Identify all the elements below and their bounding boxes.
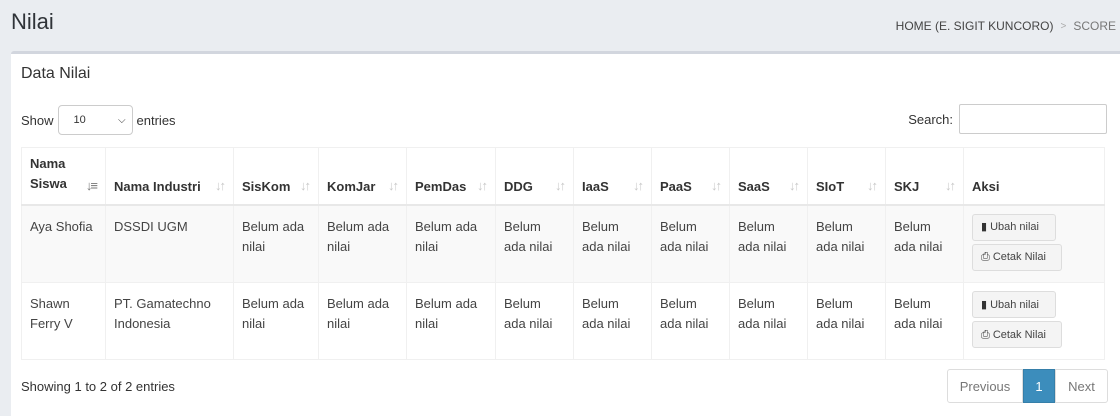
sort-icon: ↓↑ <box>945 177 956 193</box>
column-header[interactable]: PemDas ↓↑ <box>406 147 496 206</box>
cell-score: Belum ada nilai <box>233 282 319 360</box>
cell-nama-industri: DSSDI UGM <box>105 204 234 283</box>
chevron-down-icon: ⌵ <box>117 114 126 126</box>
cell-score: Belum ada nilai <box>729 282 808 360</box>
cell-score: Belum ada nilai <box>651 204 730 283</box>
cell-nama-siswa: Aya Shofia <box>21 204 106 283</box>
card-title: Data Nilai <box>21 65 91 82</box>
breadcrumb-home[interactable]: HOME (E. SIGIT KUNCORO) <box>896 19 1054 33</box>
cell-score: Belum ada nilai <box>495 204 574 283</box>
sort-icon: ↓↑ <box>215 177 226 193</box>
cell-score: Belum ada nilai <box>573 204 652 283</box>
entries-select-value: 10 <box>73 114 86 126</box>
cell-score: Belum ada nilai <box>807 282 886 360</box>
edit-score-button[interactable]: ▮ Ubah nilai <box>972 291 1056 318</box>
sort-icon: ↓↑ <box>300 177 311 193</box>
column-header[interactable]: SKJ ↓↑ <box>885 147 964 206</box>
previous-page-button[interactable]: Previous <box>947 369 1023 403</box>
file-icon: ▮ <box>981 298 988 311</box>
cell-score: Belum ada nilai <box>807 204 886 283</box>
sort-icon: ↓↑ <box>633 177 644 193</box>
cell-score: Belum ada nilai <box>406 282 496 360</box>
breadcrumb-current: SCORE <box>1073 19 1116 33</box>
sort-asc-icon: ↓≡ <box>85 177 98 193</box>
table-info: Showing 1 to 2 of 2 entries <box>21 379 175 394</box>
score-table: Nama Siswa ↓≡ Nama Industri ↓↑ SisKom ↓↑ Ko… <box>21 147 1105 360</box>
column-header[interactable]: KomJar ↓↑ <box>318 147 407 206</box>
column-header[interactable]: IaaS ↓↑ <box>573 147 652 206</box>
cell-nama-siswa: Shawn Ferry V <box>21 282 106 360</box>
next-page-button[interactable]: Next <box>1055 369 1108 403</box>
cell-score: Belum ada nilai <box>651 282 730 360</box>
sort-icon: ↓↑ <box>711 177 722 193</box>
breadcrumb: HOME (E. SIGIT KUNCORO) > SCORE <box>896 19 1116 33</box>
sort-icon: ↓↑ <box>477 177 488 193</box>
cell-score: Belum ada nilai <box>885 204 964 283</box>
search-label: Search: <box>908 111 953 127</box>
sort-icon: ↓↑ <box>789 177 800 193</box>
sort-icon: ↓↑ <box>867 177 878 193</box>
column-header[interactable]: DDG ↓↑ <box>495 147 574 206</box>
search-input[interactable] <box>959 104 1107 134</box>
column-header-aksi: Aksi <box>963 147 1105 206</box>
cell-score: Belum ada nilai <box>729 204 808 283</box>
cell-score: Belum ada nilai <box>885 282 964 360</box>
pagination: Previous 1 Next <box>947 369 1108 403</box>
cell-nama-industri: PT. Gamatechno Indonesia <box>105 282 234 360</box>
page-title: Nilai <box>11 9 54 34</box>
cell-score: Belum ada nilai <box>495 282 574 360</box>
cell-score: Belum ada nilai <box>318 282 407 360</box>
cell-actions: ▮ Ubah nilai ⎙ Cetak Nilai <box>963 282 1105 360</box>
show-label: Show <box>21 112 54 128</box>
column-header[interactable]: SaaS ↓↑ <box>729 147 808 206</box>
file-icon: ▮ <box>981 221 988 233</box>
table-row: Shawn Ferry V PT. Gamatechno Indonesia B… <box>21 282 1105 360</box>
breadcrumb-separator: > <box>1060 20 1067 32</box>
table-header-row: Nama Siswa ↓≡ Nama Industri ↓↑ SisKom ↓↑ Ko… <box>21 147 1105 206</box>
cell-actions: ▮ Ubah nilai ⎙ Cetak Nilai <box>963 204 1105 283</box>
column-header[interactable]: SisKom ↓↑ <box>233 147 319 206</box>
edit-score-button[interactable]: ▮ Ubah nilai <box>972 213 1056 241</box>
cell-score: Belum ada nilai <box>406 204 496 283</box>
entries-select[interactable]: 10 ⌵ <box>57 105 133 135</box>
sort-icon: ↓↑ <box>388 177 399 193</box>
print-score-button[interactable]: ⎙ Cetak Nilai <box>972 321 1062 348</box>
print-icon: ⎙ <box>981 251 990 263</box>
column-header[interactable]: Nama Siswa ↓≡ <box>21 147 106 206</box>
print-score-button[interactable]: ⎙ Cetak Nilai <box>972 243 1062 271</box>
data-card: Data Nilai Show 10 ⌵ entries Search: Nam… <box>11 51 1120 416</box>
page-1-button[interactable]: 1 <box>1023 369 1055 403</box>
print-icon: ⎙ <box>981 328 990 341</box>
cell-score: Belum ada nilai <box>318 204 407 283</box>
length-control: Show 10 ⌵ entries <box>21 105 176 135</box>
column-header[interactable]: Nama Industri ↓↑ <box>105 147 234 206</box>
column-header[interactable]: PaaS ↓↑ <box>651 147 730 206</box>
sort-icon: ↓↑ <box>555 177 566 193</box>
cell-score: Belum ada nilai <box>573 282 652 360</box>
entries-label: entries <box>136 112 176 128</box>
search-control: Search: <box>908 104 1107 134</box>
cell-score: Belum ada nilai <box>233 204 319 283</box>
table-row: Aya Shofia DSSDI UGM Belum ada nilai Bel… <box>21 204 1105 283</box>
column-header[interactable]: SIoT ↓↑ <box>807 147 886 206</box>
